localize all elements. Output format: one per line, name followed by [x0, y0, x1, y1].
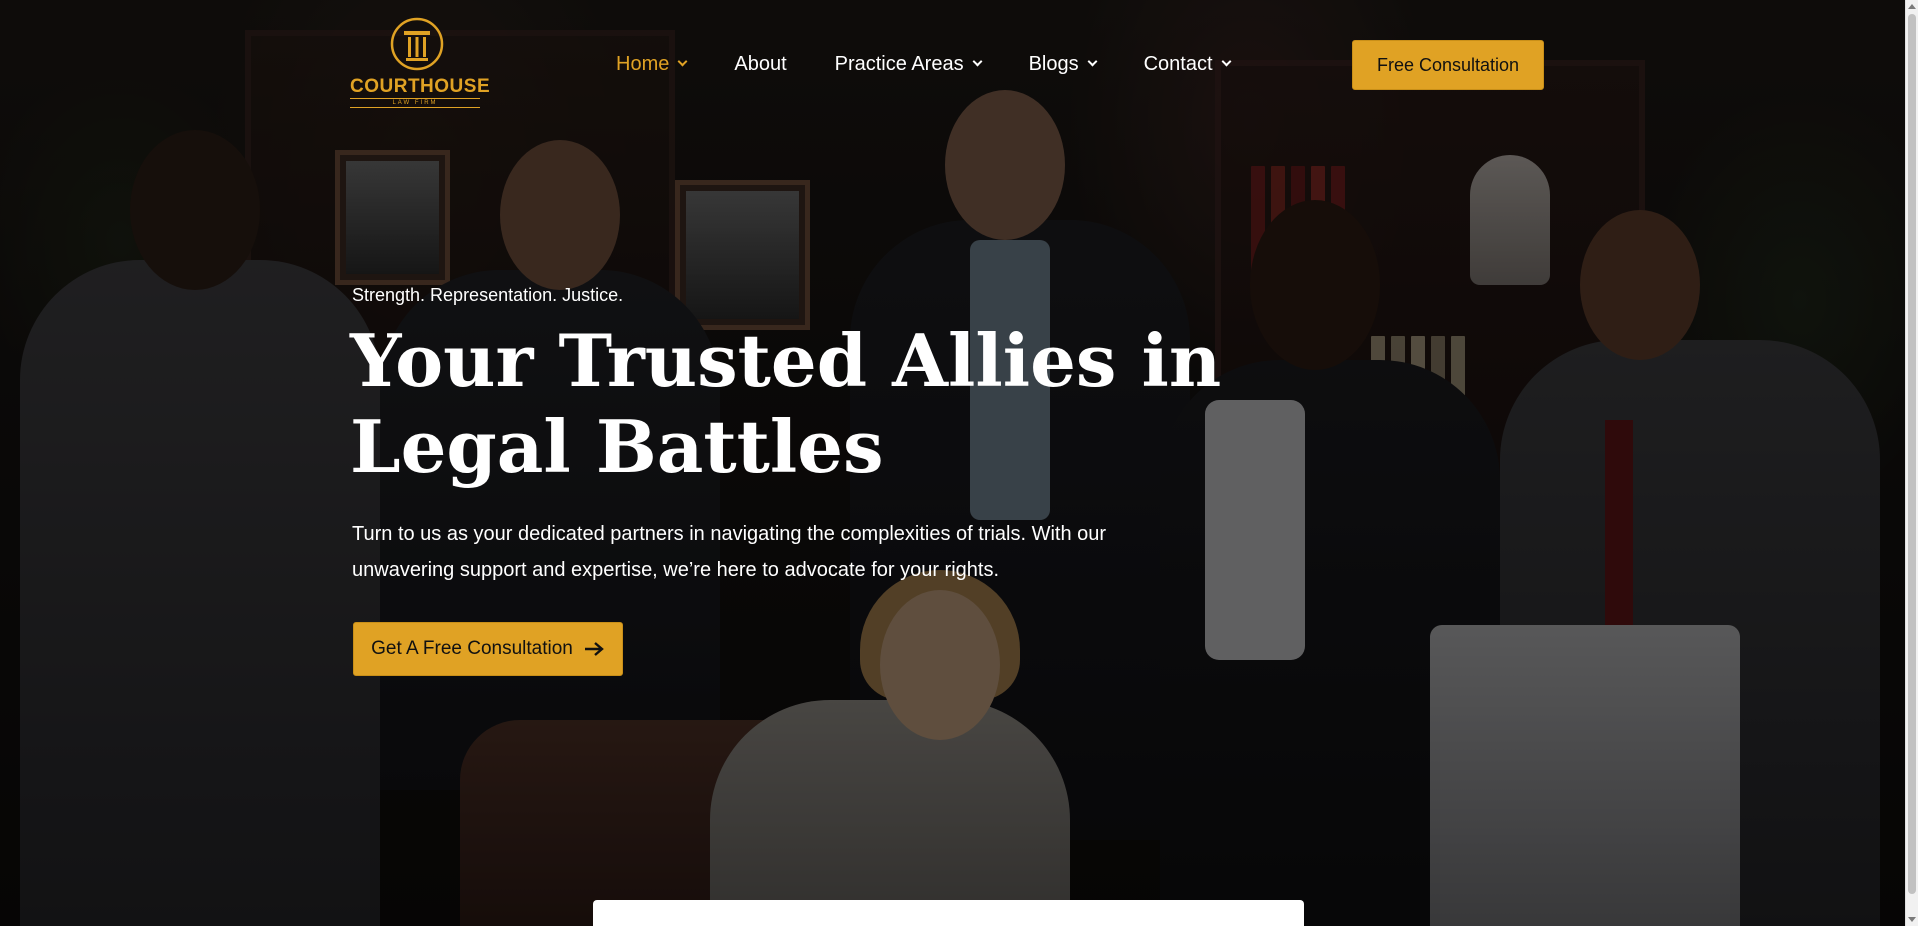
logo-wordmark: COURTHOUSE — [350, 76, 491, 97]
arrow-right-icon — [584, 642, 604, 656]
nav-item-label: Home — [616, 52, 670, 75]
content-card — [593, 900, 1304, 926]
nav-item-contact[interactable]: Contact — [1143, 50, 1231, 78]
chevron-down-icon — [1221, 56, 1231, 67]
free-consultation-button[interactable]: Free Consultation — [1352, 40, 1544, 90]
nav-item-practice-areas[interactable]: Practice Areas — [834, 50, 983, 78]
hero-headline: Your Trusted Allies in Legal Battles — [350, 318, 1222, 489]
scroll-up-icon[interactable] — [1908, 4, 1916, 9]
chevron-down-icon — [972, 56, 983, 67]
chevron-down-icon — [1087, 56, 1098, 67]
nav-item-home[interactable]: Home — [616, 50, 688, 78]
scrollbar-thumb[interactable] — [1908, 14, 1916, 894]
site-logo[interactable]: COURTHOUSE LAW FIRM — [350, 16, 490, 108]
nav-item-label: Practice Areas — [834, 52, 964, 75]
logo-subtitle: LAW FIRM — [350, 98, 480, 108]
chevron-down-icon — [677, 56, 688, 67]
hero-tagline: Strength. Representation. Justice. — [352, 285, 624, 305]
get-free-consultation-button[interactable]: Get A Free Consultation — [353, 622, 623, 676]
nav-item-label: About — [734, 52, 787, 75]
main-nav: Home About Practice Areas Blogs Contact — [616, 50, 1278, 78]
scroll-down-icon[interactable] — [1908, 917, 1916, 922]
nav-item-label: Contact — [1143, 52, 1213, 75]
hero-description: Turn to us as your dedicated partners in… — [352, 523, 1107, 581]
nav-item-about[interactable]: About — [734, 50, 786, 78]
nav-item-blogs[interactable]: Blogs — [1028, 50, 1098, 78]
nav-item-label: Blogs — [1028, 52, 1079, 75]
page-scrollbar[interactable] — [1905, 0, 1918, 926]
pillar-icon — [390, 17, 444, 71]
cta-label: Get A Free Consultation — [371, 638, 573, 659]
site-header: COURTHOUSE LAW FIRM Home About Practice … — [0, 0, 1905, 130]
